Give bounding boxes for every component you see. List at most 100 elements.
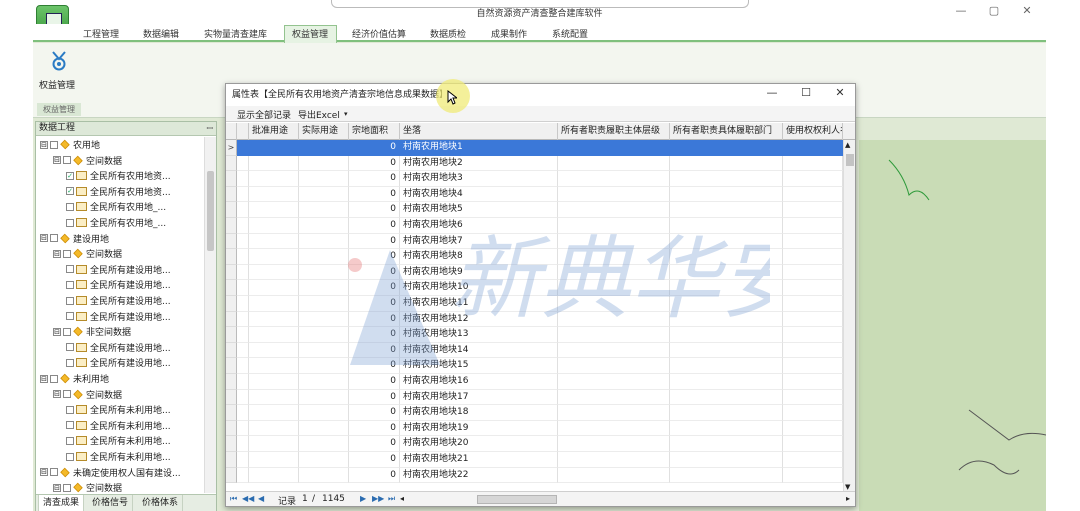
cell-location[interactable]: 村南农用地块12 [400,311,558,328]
row-indicator[interactable] [226,467,237,484]
row-indicator[interactable] [226,436,237,452]
grid-cell[interactable] [249,155,299,172]
grid-cell[interactable] [249,311,299,328]
cell-location[interactable]: 村南农用地块16 [400,374,558,390]
grid-cell[interactable] [783,327,843,343]
grid-cell[interactable] [558,358,670,374]
cell-location[interactable]: 村南农用地块20 [400,436,558,452]
cell-location[interactable]: 村南农用地块4 [400,186,558,203]
grid-cell[interactable] [783,342,843,359]
cell-area[interactable]: 0 [349,358,400,374]
cell-location[interactable]: 村南农用地块9 [400,264,558,281]
grid-cell[interactable] [670,140,783,156]
tree-node[interactable]: 全民所有农用地_... [66,215,166,230]
grid-cell[interactable] [783,171,843,187]
cell-area[interactable]: 0 [349,342,400,359]
grid-cell[interactable] [299,389,349,406]
table-row[interactable]: 0 村南农用地块11 [226,296,843,312]
grid-cell[interactable] [783,420,843,437]
grid-cell[interactable] [249,171,299,187]
grid-cell[interactable] [299,264,349,281]
expand-toggle-icon[interactable]: ⊟ [53,390,61,399]
layer-checkbox[interactable] [63,156,71,165]
row-indicator[interactable] [226,233,237,250]
tree-scroll-thumb[interactable] [207,171,214,251]
grid-cell[interactable] [783,405,843,421]
grid-cell[interactable] [558,155,670,172]
grid-cell[interactable] [237,186,249,203]
layer-checkbox[interactable] [66,343,74,352]
grid-cell[interactable] [783,374,843,390]
cell-area[interactable]: 0 [349,452,400,468]
cell-area[interactable]: 0 [349,233,400,250]
row-indicator[interactable] [226,249,237,265]
record-current[interactable]: 1 [302,494,308,504]
grid-cell[interactable] [299,155,349,172]
grid-cell[interactable] [237,218,249,234]
grid-cell[interactable] [783,186,843,203]
grid-cell[interactable] [249,389,299,406]
cell-location[interactable]: 村南农用地块15 [400,358,558,374]
grid-cell[interactable] [237,436,249,452]
table-row[interactable]: 0 村南农用地块18 [226,405,843,421]
table-row[interactable]: 0 村南农用地块10 [226,280,843,296]
tree-node[interactable]: 全民所有建设用地... [66,309,171,324]
grid-cell[interactable] [237,233,249,250]
grid-cell[interactable] [783,389,843,406]
grid-cell[interactable] [558,233,670,250]
grid-cell[interactable] [237,311,249,328]
grid-cell[interactable] [299,436,349,452]
cell-area[interactable]: 0 [349,327,400,343]
cell-area[interactable]: 0 [349,155,400,172]
grid-cell[interactable] [670,420,783,437]
expand-toggle-icon[interactable]: ⊟ [53,156,61,165]
grid-cell[interactable] [558,342,670,359]
grid-cell[interactable] [237,296,249,312]
col-parcel-area[interactable]: 宗地面积 [349,123,400,140]
grid-cell[interactable] [299,202,349,218]
grid-cell[interactable] [299,358,349,374]
cell-location[interactable]: 村南农用地块18 [400,405,558,421]
row-indicator[interactable] [226,420,237,437]
cell-location[interactable]: 村南农用地块2 [400,155,558,172]
grid-cell[interactable] [670,264,783,281]
grid-cell[interactable] [670,280,783,296]
cell-area[interactable]: 0 [349,296,400,312]
export-excel-button[interactable]: 导出Excel [298,108,340,121]
grid-cell[interactable] [670,389,783,406]
map-view[interactable] [859,140,1046,511]
menu-quality[interactable]: 数据质检 [430,27,466,40]
grid-cell[interactable] [558,374,670,390]
expand-toggle-icon[interactable]: ⊟ [40,468,48,477]
hscroll-thumb[interactable] [477,495,557,504]
grid-cell[interactable] [670,467,783,484]
row-indicator[interactable] [226,405,237,421]
cell-location[interactable]: 村南农用地块11 [400,296,558,312]
menu-project[interactable]: 工程管理 [83,27,119,40]
minimize-icon[interactable]: — [950,4,972,18]
expand-toggle-icon[interactable]: ⊟ [53,483,61,492]
row-indicator[interactable] [226,186,237,203]
grid-scrollbar[interactable]: ▲ ▼ [843,140,855,492]
grid-cell[interactable] [558,420,670,437]
cell-location[interactable]: 村南农用地块13 [400,327,558,343]
layer-checkbox[interactable] [66,405,74,414]
row-indicator[interactable] [226,264,237,281]
grid-cell[interactable] [299,342,349,359]
grid-cell[interactable] [237,342,249,359]
cell-location[interactable]: 村南农用地块10 [400,280,558,296]
grid-cell[interactable] [558,202,670,218]
grid-cell[interactable] [558,311,670,328]
row-indicator[interactable] [226,202,237,218]
tree-node[interactable]: 全民所有建设用地... [66,340,171,355]
expand-toggle-icon[interactable]: ⊟ [40,140,48,149]
row-indicator[interactable] [226,358,237,374]
table-row[interactable]: 0 村南农用地块19 [226,420,843,437]
layer-checkbox[interactable] [66,296,74,305]
menu-valuation[interactable]: 经济价值估算 [352,27,406,40]
grid-cell[interactable] [237,155,249,172]
table-row[interactable]: 0 村南农用地块5 [226,202,843,218]
cell-area[interactable]: 0 [349,420,400,437]
grid-cell[interactable] [237,327,249,343]
tree-node[interactable]: 全民所有农用地_... [66,199,166,214]
